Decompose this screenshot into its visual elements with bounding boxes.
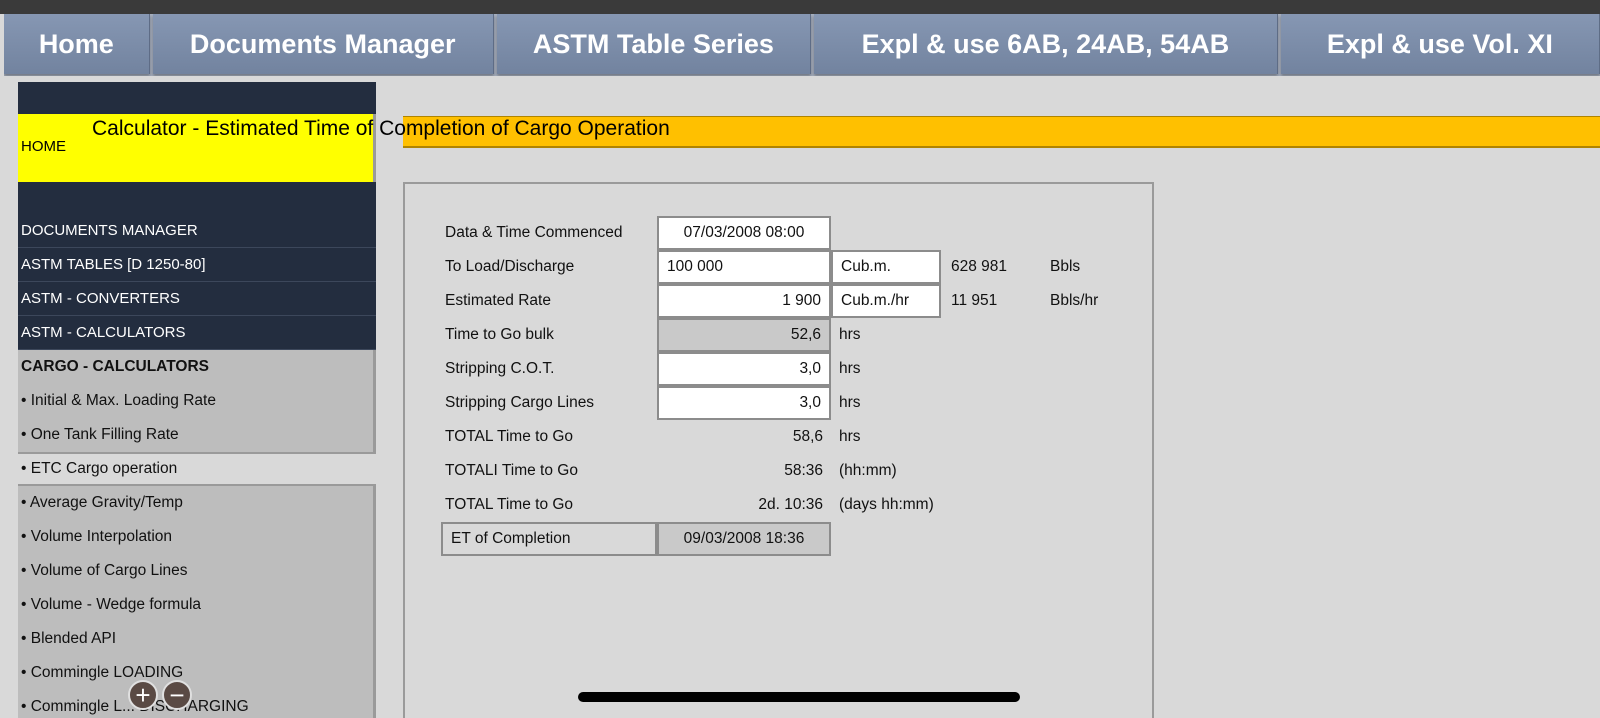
rate-label: Estimated Rate: [445, 292, 551, 309]
total3-value: 2d. 10:36: [758, 496, 823, 513]
load-bbls-value: 628 981: [951, 258, 1008, 275]
total2-value: 58:36: [784, 462, 823, 479]
home-indicator[interactable]: [578, 692, 1020, 702]
row-estimated-rate: Estimated Rate 1 900 Cub.m./hr 11 951 Bb…: [405, 284, 1156, 318]
row-total-time-hhmm: TOTALI Time to Go 58:36 (hh:mm): [405, 454, 1156, 488]
row-stripping-lines: Stripping Cargo Lines 3,0 hrs: [405, 386, 1156, 420]
row-total-time-days: TOTAL Time to Go 2d. 10:36 (days hh:mm): [405, 488, 1156, 522]
total3-unit: (days hh:mm): [839, 496, 934, 513]
lines-label: Stripping Cargo Lines: [445, 394, 595, 411]
bulk-unit: hrs: [839, 326, 861, 343]
sidebar: HOME DOCUMENTS MANAGER ASTM TABLES [D 12…: [18, 82, 376, 718]
row-stripping-cot: Stripping C.O.T. 3,0 hrs: [405, 352, 1156, 386]
total2-unit: (hh:mm): [839, 462, 897, 479]
sidebar-spacer: [18, 182, 376, 214]
bulk-label: Time to Go bulk: [445, 326, 554, 343]
row-load-discharge: To Load/Discharge 100 000 Cub.m. 628 981…: [405, 250, 1156, 284]
tab-home[interactable]: Home: [4, 14, 150, 74]
sidebar-item-volume-cargo-lines[interactable]: • Volume of Cargo Lines: [18, 554, 376, 588]
load-bbls-unit: Bbls: [1050, 258, 1081, 275]
zoom-out-button[interactable]: −: [162, 680, 192, 710]
top-nav: Home Documents Manager ASTM Table Series…: [4, 14, 1600, 76]
zoom-controls: + −: [128, 680, 192, 710]
cot-label: Stripping C.O.T.: [445, 360, 555, 377]
etc-value: 09/03/2008 18:36: [657, 522, 831, 556]
cot-input[interactable]: 3,0: [657, 352, 831, 386]
rate-bbls-unit: Bbls/hr: [1050, 292, 1099, 309]
total2-label: TOTALI Time to Go: [445, 462, 578, 479]
rate-unit-select[interactable]: Cub.m./hr: [831, 284, 941, 318]
cot-unit: hrs: [839, 360, 861, 377]
lines-unit: hrs: [839, 394, 861, 411]
sidebar-item-astm-calculators[interactable]: ASTM - CALCULATORS: [18, 316, 376, 350]
tab-documents-manager[interactable]: Documents Manager: [152, 14, 494, 74]
row-time-to-go-bulk: Time to Go bulk 52,6 hrs: [405, 318, 1156, 352]
tab-expl-use-vol-xi[interactable]: Expl & use Vol. XI: [1280, 14, 1600, 74]
sidebar-item-initial-max-loading-rate[interactable]: • Initial & Max. Loading Rate: [18, 384, 376, 418]
tab-astm-table-series[interactable]: ASTM Table Series: [496, 14, 811, 74]
calculator-panel: Data & Time Commenced 07/03/2008 08:00 T…: [403, 182, 1154, 718]
page-title: Calculator - Estimated Time of Completio…: [92, 117, 670, 140]
etc-label: ET of Completion: [441, 522, 657, 556]
sidebar-item-volume-interpolation[interactable]: • Volume Interpolation: [18, 520, 376, 554]
device-bezel: [0, 0, 1600, 14]
total3-label: TOTAL Time to Go: [445, 496, 574, 513]
sidebar-item-average-gravity-temp[interactable]: • Average Gravity/Temp: [18, 486, 376, 520]
tab-expl-use-6ab[interactable]: Expl & use 6AB, 24AB, 54AB: [813, 14, 1278, 74]
sidebar-item-blended-api[interactable]: • Blended API: [18, 622, 376, 656]
sidebar-item-etc-cargo-operation[interactable]: • ETC Cargo operation: [18, 452, 376, 486]
commenced-input[interactable]: 07/03/2008 08:00: [657, 216, 831, 250]
sidebar-item-commingle-discharging[interactable]: • Commingle L... DISCHARGING: [18, 690, 376, 718]
sidebar-item-label: HOME: [21, 138, 66, 155]
load-label: To Load/Discharge: [445, 258, 575, 275]
row-et-completion: ET of Completion 09/03/2008 18:36: [405, 522, 1156, 556]
sidebar-item-astm-converters[interactable]: ASTM - CONVERTERS: [18, 282, 376, 316]
row-total-time: TOTAL Time to Go 58,6 hrs: [405, 420, 1156, 454]
zoom-in-button[interactable]: +: [128, 680, 158, 710]
rate-bbls-value: 11 951: [951, 292, 998, 309]
row-commenced: Data & Time Commenced 07/03/2008 08:00: [405, 216, 1156, 250]
load-unit-select[interactable]: Cub.m.: [831, 250, 941, 284]
bulk-value: 52,6: [657, 318, 831, 352]
sidebar-item-commingle-loading[interactable]: • Commingle LOADING: [18, 656, 376, 690]
commenced-label: Data & Time Commenced: [445, 224, 623, 241]
sidebar-item-volume-wedge-formula[interactable]: • Volume - Wedge formula: [18, 588, 376, 622]
sidebar-header: [18, 82, 376, 114]
total-label: TOTAL Time to Go: [445, 428, 574, 445]
total-value: 58,6: [792, 428, 823, 445]
lines-input[interactable]: 3,0: [657, 386, 831, 420]
sidebar-item-cargo-calculators[interactable]: CARGO - CALCULATORS: [18, 350, 376, 384]
load-input[interactable]: 100 000: [657, 250, 831, 284]
rate-input[interactable]: 1 900: [657, 284, 831, 318]
sidebar-item-astm-tables[interactable]: ASTM TABLES [D 1250-80]: [18, 248, 376, 282]
sidebar-item-one-tank-filling-rate[interactable]: • One Tank Filling Rate: [18, 418, 376, 452]
total-unit: hrs: [839, 428, 861, 445]
sidebar-item-documents-manager[interactable]: DOCUMENTS MANAGER: [18, 214, 376, 248]
